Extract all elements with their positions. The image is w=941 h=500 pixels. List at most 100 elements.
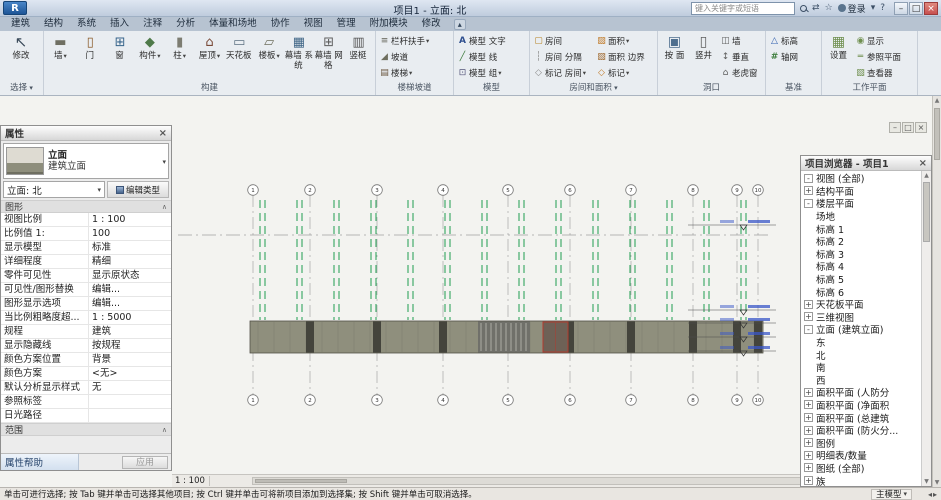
property-value[interactable]: 显示原状态 xyxy=(89,269,171,282)
collapse-icon[interactable] xyxy=(162,202,167,212)
search-input[interactable] xyxy=(691,2,795,15)
type-selector[interactable]: 立面 建筑立面 xyxy=(3,143,169,179)
panel-caption-opening[interactable]: 洞口 xyxy=(658,82,765,95)
tree-expander-icon[interactable]: + xyxy=(804,426,813,435)
properties-title[interactable]: 属性 × xyxy=(1,126,171,141)
tree-item[interactable]: + 面积平面 (总建筑 xyxy=(801,411,931,424)
panel-caption-model[interactable]: 模型 xyxy=(454,82,529,95)
project-browser-title[interactable]: 项目浏览器 - 项目1 × xyxy=(801,156,931,171)
tree-item[interactable]: - 楼层平面 xyxy=(801,197,931,210)
tree-expander-icon[interactable] xyxy=(804,212,813,221)
tree-expander-icon[interactable] xyxy=(804,224,813,233)
favorites-icon[interactable]: ☆ xyxy=(825,3,833,13)
tree-expander-icon[interactable]: + xyxy=(804,438,813,447)
tree-expander-icon[interactable] xyxy=(804,287,813,296)
tree-item[interactable]: + 天花板平面 xyxy=(801,298,931,311)
browser-scroll-thumb[interactable] xyxy=(923,182,930,242)
panel-caption-build[interactable]: 构建 xyxy=(44,82,375,95)
tree-expander-icon[interactable]: + xyxy=(804,312,813,321)
exchange-apps-icon[interactable]: ⇄ xyxy=(812,3,820,13)
tree-item[interactable]: 西 xyxy=(801,374,931,387)
tree-expander-icon[interactable] xyxy=(804,350,813,359)
tree-expander-icon[interactable]: + xyxy=(804,451,813,460)
panel-caption-circulation[interactable]: 楼梯坡道 xyxy=(376,82,453,95)
tree-expander-icon[interactable]: - xyxy=(804,174,813,183)
tree-item[interactable]: + 面积平面 (净面积 xyxy=(801,399,931,412)
tree-item[interactable]: + 结构平面 xyxy=(801,185,931,198)
edit-type-button[interactable]: 编辑类型 xyxy=(107,181,169,198)
tree-expander-icon[interactable]: + xyxy=(804,400,813,409)
scroll-up-icon[interactable]: ▲ xyxy=(933,96,941,105)
tree-item[interactable]: - 立面 (建筑立面) xyxy=(801,323,931,336)
tree-expander-icon[interactable] xyxy=(804,275,813,284)
property-value[interactable]: 标准 xyxy=(89,241,171,254)
tree-expander-icon[interactable]: + xyxy=(804,413,813,422)
section-graphics[interactable]: 图形 xyxy=(1,200,171,213)
tree-expander-icon[interactable] xyxy=(804,237,813,246)
tree-item[interactable]: 北 xyxy=(801,348,931,361)
search-icon[interactable] xyxy=(800,5,807,12)
section-extents[interactable]: 范围 xyxy=(1,423,171,436)
property-value[interactable]: 编辑... xyxy=(89,283,171,296)
tree-item[interactable]: + 明细表/数量 xyxy=(801,449,931,462)
tree-item[interactable]: - 视图 (全部) xyxy=(801,172,931,185)
tree-item[interactable]: + 族 xyxy=(801,474,931,486)
tree-item[interactable]: 标高 2 xyxy=(801,235,931,248)
tree-expander-icon[interactable]: + xyxy=(804,476,813,485)
tree-item[interactable]: + 面积平面 (防火分... xyxy=(801,424,931,437)
tree-item[interactable]: 标高 5 xyxy=(801,273,931,286)
properties-close-icon[interactable]: × xyxy=(159,128,167,139)
scroll-left-icon[interactable]: ◂ xyxy=(928,490,932,499)
property-value[interactable]: <无> xyxy=(89,367,171,380)
property-value[interactable] xyxy=(89,395,171,408)
scroll-down-icon[interactable]: ▼ xyxy=(933,478,941,487)
tree-item[interactable]: 标高 4 xyxy=(801,260,931,273)
tree-item[interactable]: 标高 3 xyxy=(801,248,931,261)
sign-in-button[interactable]: 登录 xyxy=(838,2,866,15)
close-button[interactable]: × xyxy=(924,2,938,15)
tree-item[interactable]: + 面积平面 (人防分 xyxy=(801,386,931,399)
property-value[interactable]: 编辑... xyxy=(89,297,171,310)
properties-help-link[interactable]: 属性帮助 xyxy=(1,454,79,470)
horizontal-scroll-thumb[interactable] xyxy=(255,479,347,483)
tree-item[interactable]: + 图例 xyxy=(801,436,931,449)
main-model-dropdown[interactable]: 主模型 xyxy=(871,489,912,500)
panel-caption-workplane[interactable]: 工作平面 xyxy=(822,82,917,95)
type-selector-dropdown-icon[interactable] xyxy=(162,156,166,167)
property-value[interactable]: 100 xyxy=(89,227,171,240)
tree-expander-icon[interactable]: + xyxy=(804,300,813,309)
tree-expander-icon[interactable] xyxy=(804,363,813,372)
property-value[interactable]: 精细 xyxy=(89,255,171,268)
view-restore-icon[interactable]: □ xyxy=(902,122,914,133)
ribbon-cycle-button[interactable]: ▴ xyxy=(454,19,466,30)
view-selector-dropdown[interactable]: 立面: 北 xyxy=(3,181,105,198)
property-value[interactable]: 建筑 xyxy=(89,325,171,338)
tree-item[interactable]: 标高 1 xyxy=(801,222,931,235)
tree-item[interactable]: 南 xyxy=(801,361,931,374)
property-value[interactable]: 背景 xyxy=(89,353,171,366)
tree-expander-icon[interactable]: + xyxy=(804,463,813,472)
browser-scrollbar[interactable]: ▲ ▼ xyxy=(921,171,931,486)
maximize-button[interactable]: □ xyxy=(909,2,923,15)
vertical-scroll-thumb[interactable] xyxy=(934,108,940,160)
collapse-icon[interactable] xyxy=(162,425,167,435)
tree-item[interactable]: 标高 6 xyxy=(801,285,931,298)
property-value[interactable]: 1 : 100 xyxy=(89,213,171,226)
application-menu-button[interactable]: R xyxy=(3,1,27,15)
tree-expander-icon[interactable]: - xyxy=(804,325,813,334)
property-value[interactable]: 无 xyxy=(89,381,171,394)
vertical-scrollbar[interactable]: ▲ ▼ xyxy=(932,96,941,487)
tree-item[interactable]: 场地 xyxy=(801,210,931,223)
panel-caption-datum[interactable]: 基准 xyxy=(766,82,821,95)
minimize-button[interactable]: – xyxy=(894,2,908,15)
modify-button[interactable]: 修改 xyxy=(2,32,40,81)
tree-expander-icon[interactable] xyxy=(804,338,813,347)
help-icon[interactable]: ? xyxy=(880,3,885,13)
tree-expander-icon[interactable] xyxy=(804,375,813,384)
property-value[interactable] xyxy=(89,409,171,422)
tree-item[interactable]: + 三维视图 xyxy=(801,311,931,324)
scale-button[interactable]: 1 : 100 xyxy=(175,476,210,486)
drawing-area[interactable]: 1122334455667788991010 – □ × ▲ ▼ 1 : 100… xyxy=(0,96,941,487)
scroll-up-icon[interactable]: ▲ xyxy=(922,171,931,180)
tree-expander-icon[interactable]: + xyxy=(804,388,813,397)
